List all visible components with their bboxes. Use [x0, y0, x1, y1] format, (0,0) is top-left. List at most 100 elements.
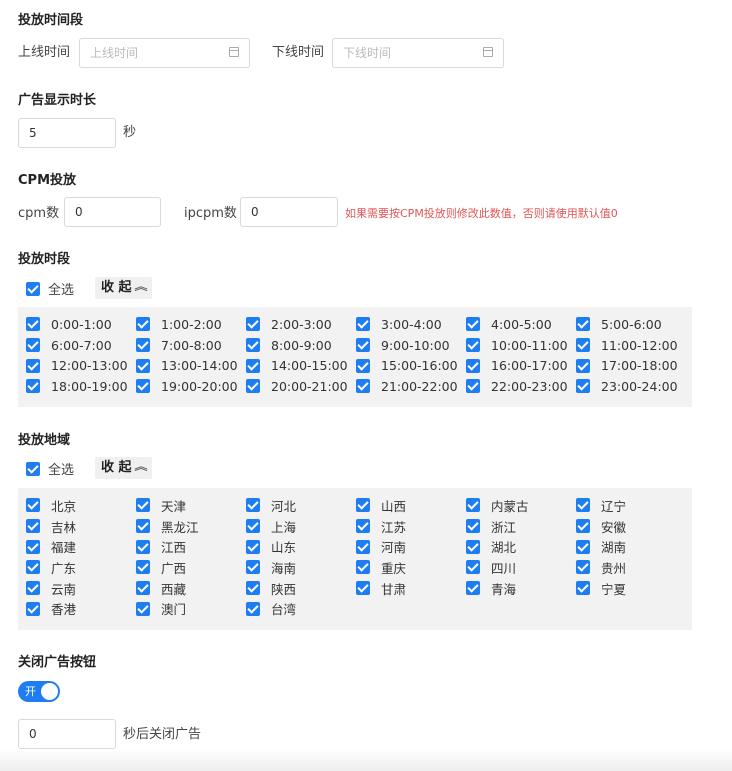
- region-item[interactable]: 青海: [466, 578, 576, 599]
- checkbox-checked-icon[interactable]: [576, 338, 590, 353]
- region-item[interactable]: 安徽: [576, 516, 686, 537]
- region-item[interactable]: 江苏: [356, 516, 466, 537]
- period-item[interactable]: 21:00-22:00: [356, 376, 466, 397]
- region-item[interactable]: 湖北: [466, 536, 576, 557]
- checkbox-checked-icon[interactable]: [136, 560, 150, 575]
- region-item[interactable]: 辽宁: [576, 495, 686, 516]
- period-item[interactable]: 17:00-18:00: [576, 355, 686, 376]
- checkbox-checked-icon[interactable]: [136, 519, 150, 534]
- checkbox-checked-icon[interactable]: [26, 317, 40, 332]
- region-item[interactable]: 四川: [466, 557, 576, 578]
- checkbox-checked-icon[interactable]: [466, 539, 480, 554]
- checkbox-checked-icon[interactable]: [246, 358, 260, 373]
- checkbox-checked-icon[interactable]: [246, 317, 260, 332]
- region-item[interactable]: 贵州: [576, 557, 686, 578]
- region-item[interactable]: 山西: [356, 495, 466, 516]
- regions-select-all[interactable]: 全选: [26, 459, 74, 478]
- checkbox-checked-icon[interactable]: [246, 581, 260, 596]
- periods-select-all[interactable]: 全选: [26, 279, 74, 298]
- checkbox-checked-icon[interactable]: [576, 539, 590, 554]
- region-item[interactable]: 湖南: [576, 536, 686, 557]
- region-item[interactable]: 台湾: [246, 598, 356, 619]
- checkbox-checked-icon[interactable]: [26, 601, 40, 616]
- period-item[interactable]: 14:00-15:00: [246, 355, 356, 376]
- period-item[interactable]: 5:00-6:00: [576, 314, 686, 335]
- period-item[interactable]: 4:00-5:00: [466, 314, 576, 335]
- checkbox-checked-icon[interactable]: [26, 581, 40, 596]
- checkbox-checked-icon[interactable]: [26, 519, 40, 534]
- checkbox-checked-icon[interactable]: [466, 560, 480, 575]
- period-item[interactable]: 16:00-17:00: [466, 355, 576, 376]
- checkbox-checked-icon[interactable]: [246, 560, 260, 575]
- checkbox-checked-icon[interactable]: [136, 338, 150, 353]
- region-item[interactable]: 内蒙古: [466, 495, 576, 516]
- region-item[interactable]: 黑龙江: [136, 516, 246, 537]
- period-item[interactable]: 7:00-8:00: [136, 335, 246, 356]
- region-item[interactable]: 澳门: [136, 598, 246, 619]
- region-item[interactable]: 香港: [26, 598, 136, 619]
- checkbox-checked-icon[interactable]: [466, 338, 480, 353]
- period-item[interactable]: 1:00-2:00: [136, 314, 246, 335]
- region-item[interactable]: 上海: [246, 516, 356, 537]
- period-item[interactable]: 6:00-7:00: [26, 335, 136, 356]
- region-item[interactable]: 北京: [26, 495, 136, 516]
- checkbox-checked-icon[interactable]: [356, 581, 370, 596]
- region-item[interactable]: 天津: [136, 495, 246, 516]
- region-item[interactable]: 陕西: [246, 578, 356, 599]
- checkbox-checked-icon[interactable]: [136, 379, 150, 394]
- period-item[interactable]: 19:00-20:00: [136, 376, 246, 397]
- checkbox-checked-icon[interactable]: [576, 358, 590, 373]
- regions-collapse-button[interactable]: 收 起 ︽: [95, 457, 152, 479]
- period-item[interactable]: 9:00-10:00: [356, 335, 466, 356]
- region-item[interactable]: 浙江: [466, 516, 576, 537]
- checkbox-checked-icon[interactable]: [136, 581, 150, 596]
- checkbox-checked-icon[interactable]: [26, 379, 40, 394]
- checkbox-checked-icon[interactable]: [356, 317, 370, 332]
- checkbox-checked-icon[interactable]: [246, 519, 260, 534]
- checkbox-checked-icon[interactable]: [466, 498, 480, 513]
- checkbox-checked-icon[interactable]: [136, 601, 150, 616]
- period-item[interactable]: 15:00-16:00: [356, 355, 466, 376]
- cpm-input[interactable]: 0: [64, 197, 161, 227]
- region-item[interactable]: 宁夏: [576, 578, 686, 599]
- close-seconds-input[interactable]: 0: [18, 719, 116, 749]
- checkbox-checked-icon[interactable]: [356, 519, 370, 534]
- checkbox-checked-icon[interactable]: [576, 560, 590, 575]
- checkbox-checked-icon[interactable]: [466, 581, 480, 596]
- region-item[interactable]: 云南: [26, 578, 136, 599]
- period-item[interactable]: 12:00-13:00: [26, 355, 136, 376]
- checkbox-checked-icon[interactable]: [356, 379, 370, 394]
- checkbox-checked-icon[interactable]: [356, 498, 370, 513]
- checkbox-checked-icon[interactable]: [26, 338, 40, 353]
- period-item[interactable]: 8:00-9:00: [246, 335, 356, 356]
- checkbox-checked-icon[interactable]: [356, 560, 370, 575]
- period-item[interactable]: 10:00-11:00: [466, 335, 576, 356]
- periods-collapse-button[interactable]: 收 起 ︽: [95, 277, 152, 299]
- checkbox-checked-icon[interactable]: [136, 358, 150, 373]
- checkbox-checked-icon[interactable]: [576, 519, 590, 534]
- checkbox-checked-icon[interactable]: [356, 358, 370, 373]
- checkbox-checked-icon[interactable]: [26, 461, 40, 476]
- checkbox-checked-icon[interactable]: [576, 498, 590, 513]
- checkbox-checked-icon[interactable]: [26, 281, 40, 296]
- region-item[interactable]: 河南: [356, 536, 466, 557]
- region-item[interactable]: 河北: [246, 495, 356, 516]
- checkbox-checked-icon[interactable]: [26, 560, 40, 575]
- period-item[interactable]: 2:00-3:00: [246, 314, 356, 335]
- region-item[interactable]: 广西: [136, 557, 246, 578]
- region-item[interactable]: 海南: [246, 557, 356, 578]
- checkbox-checked-icon[interactable]: [136, 539, 150, 554]
- period-item[interactable]: 13:00-14:00: [136, 355, 246, 376]
- duration-input[interactable]: 5: [18, 118, 116, 148]
- region-item[interactable]: 江西: [136, 536, 246, 557]
- checkbox-checked-icon[interactable]: [26, 539, 40, 554]
- checkbox-checked-icon[interactable]: [246, 338, 260, 353]
- checkbox-checked-icon[interactable]: [246, 379, 260, 394]
- region-item[interactable]: 福建: [26, 536, 136, 557]
- region-item[interactable]: 广东: [26, 557, 136, 578]
- checkbox-checked-icon[interactable]: [356, 539, 370, 554]
- checkbox-checked-icon[interactable]: [466, 379, 480, 394]
- ipcpm-input[interactable]: 0: [240, 197, 338, 227]
- checkbox-checked-icon[interactable]: [466, 358, 480, 373]
- period-item[interactable]: 0:00-1:00: [26, 314, 136, 335]
